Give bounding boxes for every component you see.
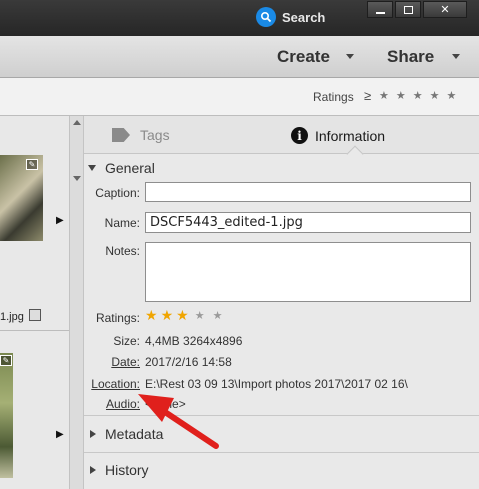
caption-label: Caption:	[95, 186, 140, 200]
collapse-triangle-icon	[88, 165, 96, 171]
metadata-section-header[interactable]: Metadata	[84, 426, 163, 442]
history-heading: History	[105, 462, 149, 478]
filter-star-icon[interactable]: ★	[396, 89, 406, 102]
create-caret-icon[interactable]	[346, 54, 354, 59]
size-value: 4,4MB 3264x4896	[145, 334, 243, 348]
date-label[interactable]: Date:	[84, 355, 140, 369]
thumbnail-filename: 1.jpg	[0, 311, 24, 323]
location-label[interactable]: Location:	[84, 377, 140, 391]
general-section-header[interactable]: General	[84, 160, 155, 176]
share-button[interactable]: Share	[387, 47, 434, 67]
info-icon: i	[291, 127, 308, 144]
scroll-up-icon[interactable]	[73, 120, 81, 125]
thumbnail-divider	[0, 330, 69, 331]
general-heading: General	[105, 160, 155, 176]
media-grid: ✎ ▶ 1.jpg ✎ ▶	[0, 116, 69, 489]
filter-star-icon[interactable]: ★	[447, 89, 457, 102]
location-value: E:\Rest 03 09 13\Import photos 2017\2017…	[145, 377, 408, 391]
active-tab-indicator	[346, 145, 364, 163]
edited-badge-icon: ✎	[26, 159, 38, 170]
filter-star-icon[interactable]: ★	[379, 89, 389, 102]
ratings-operator[interactable]: ≥	[364, 88, 371, 103]
name-label: Name:	[104, 216, 140, 230]
date-value: 2017/2/16 14:58	[145, 355, 232, 369]
rating-star-icon[interactable]: ★	[195, 309, 205, 322]
caption-field[interactable]	[145, 182, 471, 202]
scroll-down-icon[interactable]	[73, 176, 81, 181]
rating-star-icon[interactable]: ★	[161, 307, 174, 324]
action-bar: Create Share	[0, 36, 479, 78]
info-panel: Tags i Information General Caption: Name…	[83, 116, 479, 489]
restore-button[interactable]	[395, 1, 421, 18]
size-label: Size:	[113, 334, 140, 348]
minimize-icon	[375, 11, 385, 14]
section-divider	[84, 415, 479, 416]
restore-icon	[403, 5, 413, 14]
rating-star-icon[interactable]: ★	[145, 307, 158, 324]
panel-tabs: Tags i Information	[84, 116, 479, 163]
filter-star-icon[interactable]: ★	[430, 89, 440, 102]
close-icon: ✕	[440, 4, 450, 16]
search-icon	[256, 7, 276, 27]
photo-thumbnail[interactable]	[0, 353, 13, 478]
expand-triangle-icon	[90, 430, 96, 438]
edited-badge-icon: ✎	[0, 355, 12, 366]
expand-triangle-icon	[90, 466, 96, 474]
audio-value: <none>	[145, 397, 186, 411]
ratings-filter-label: Ratings	[313, 90, 354, 104]
notes-label: Notes:	[105, 244, 140, 258]
audio-label[interactable]: Audio:	[84, 397, 140, 411]
close-button[interactable]: ✕	[423, 1, 467, 18]
search-button[interactable]: Search	[256, 6, 325, 28]
notes-field[interactable]	[145, 242, 471, 302]
window-controls: ✕	[367, 1, 467, 18]
minimize-button[interactable]	[367, 1, 393, 18]
share-caret-icon[interactable]	[452, 54, 460, 59]
section-divider	[84, 452, 479, 453]
rating-stars: ★ ★ ★ ★ ★	[145, 307, 225, 324]
history-section-header[interactable]: History	[84, 462, 149, 478]
search-label: Search	[282, 9, 326, 25]
version-set-icon[interactable]	[29, 309, 41, 321]
create-button[interactable]: Create	[277, 47, 330, 67]
title-bar: Search ✕	[0, 0, 479, 36]
ratings-filter-stars: ★ ★ ★ ★ ★	[379, 89, 456, 102]
rating-star-icon[interactable]: ★	[213, 309, 223, 322]
ratings-filter-bar: Ratings ≥ ★ ★ ★ ★ ★	[0, 78, 479, 116]
tag-icon	[112, 128, 130, 142]
tab-tags-label: Tags	[140, 127, 170, 143]
metadata-heading: Metadata	[105, 426, 164, 442]
name-field[interactable]	[145, 212, 471, 233]
tab-tags[interactable]: Tags	[112, 127, 170, 143]
expand-arrow-icon[interactable]: ▶	[56, 429, 64, 440]
expand-arrow-icon[interactable]: ▶	[56, 215, 64, 226]
rating-star-icon[interactable]: ★	[176, 307, 189, 324]
filter-star-icon[interactable]: ★	[413, 89, 423, 102]
tab-information-label: Information	[315, 127, 386, 144]
tab-information[interactable]: i Information	[291, 127, 385, 144]
ratings-label: Ratings:	[95, 311, 140, 325]
media-scrollbar[interactable]	[69, 116, 83, 489]
